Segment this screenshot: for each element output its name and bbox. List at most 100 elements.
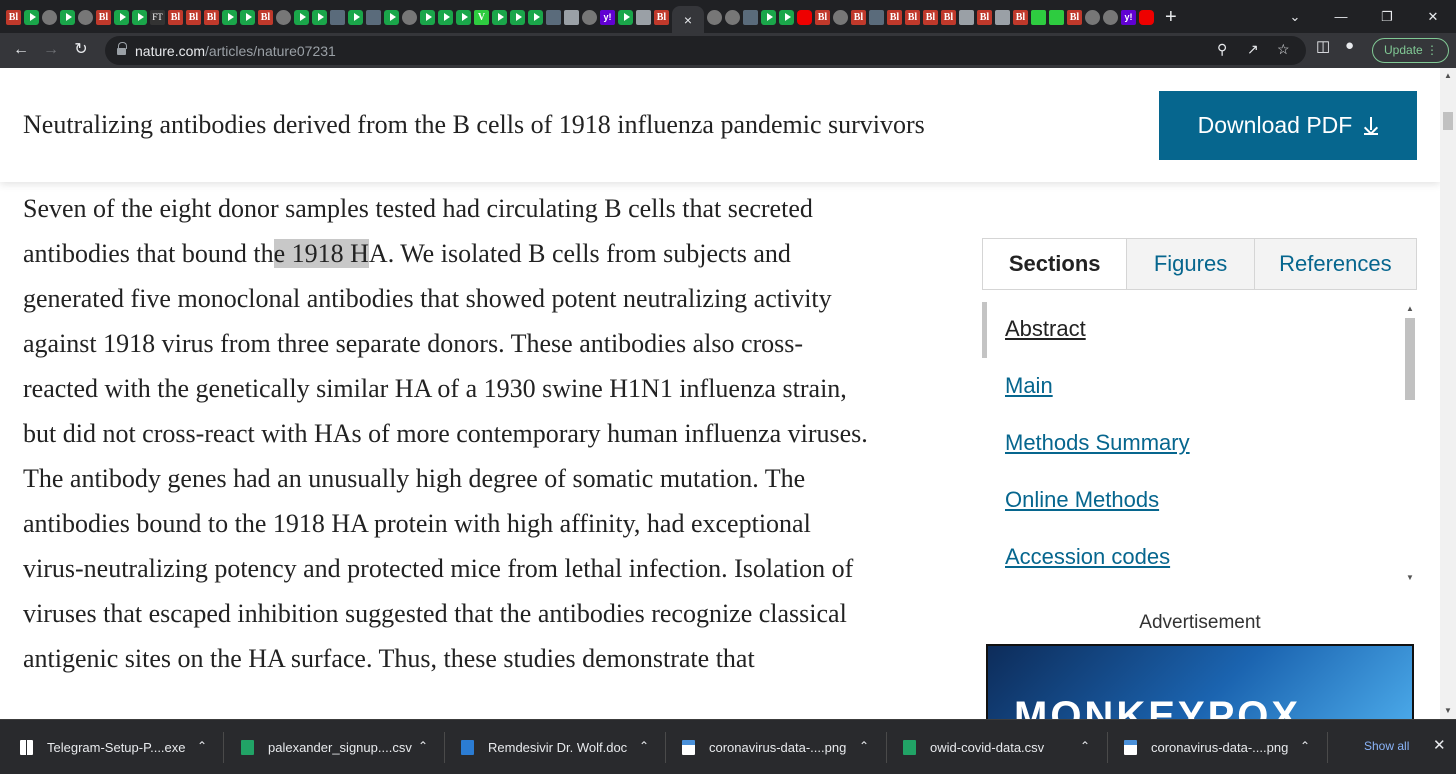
section-link-online-methods[interactable]: Online Methods: [1005, 487, 1159, 513]
tab-favicon-icon[interactable]: Bl: [977, 9, 992, 25]
tab-favicon-icon[interactable]: [114, 9, 129, 25]
tab-favicon-icon[interactable]: [761, 9, 776, 25]
tab-favicon-icon[interactable]: [60, 9, 75, 25]
lock-icon[interactable]: [117, 42, 127, 56]
chevron-up-icon[interactable]: ⌃: [1300, 739, 1310, 753]
zoom-icon[interactable]: ⚲: [1217, 41, 1227, 58]
tab-favicon-icon[interactable]: [1139, 9, 1154, 25]
tab-favicon-icon[interactable]: [743, 9, 758, 25]
tab-favicon-icon[interactable]: [636, 9, 651, 25]
tab-favicon-icon[interactable]: y!: [600, 9, 615, 25]
tab-favicon-icon[interactable]: [402, 9, 417, 25]
tab-favicon-icon[interactable]: [294, 9, 309, 25]
scroll-thumb[interactable]: [1405, 318, 1415, 400]
tab-favicon-icon[interactable]: [582, 9, 597, 25]
chevron-up-icon[interactable]: ⌃: [418, 739, 428, 753]
tab-favicon-icon[interactable]: Bl: [204, 9, 219, 25]
download-item[interactable]: Remdesivir Dr. Wolf.doc: [461, 720, 627, 775]
tab-favicon-icon[interactable]: [725, 9, 740, 25]
show-all-downloads-link[interactable]: Show all: [1364, 739, 1409, 753]
tab-favicon-icon[interactable]: [528, 9, 543, 25]
profile-icon[interactable]: ●: [1345, 37, 1354, 54]
page-scroll-thumb[interactable]: [1443, 112, 1453, 130]
chevron-up-icon[interactable]: ⌃: [197, 739, 207, 753]
close-download-bar-icon[interactable]: ✕: [1433, 736, 1446, 754]
tab-favicon-icon[interactable]: [995, 9, 1010, 25]
tab-favicon-icon[interactable]: [833, 9, 848, 25]
tab-favicon-icon[interactable]: [366, 9, 381, 25]
tab-favicon-icon[interactable]: [240, 9, 255, 25]
page-scroll-down-icon[interactable]: ▼: [1440, 703, 1456, 719]
side-panel-icon[interactable]: ◫: [1316, 37, 1330, 55]
tab-favicon-icon[interactable]: Bl: [923, 9, 938, 25]
tab-favicon-icon[interactable]: Bl: [815, 9, 830, 25]
tab-favicon-icon[interactable]: [348, 9, 363, 25]
tab-favicon-icon[interactable]: V: [474, 9, 489, 25]
chevron-up-icon[interactable]: ⌃: [639, 739, 649, 753]
tab-favicon-icon[interactable]: Bl: [1013, 9, 1028, 25]
tab-references[interactable]: References: [1253, 239, 1416, 289]
sections-scrollbar[interactable]: ▲ ▼: [1403, 302, 1417, 585]
tab-favicon-icon[interactable]: Bl: [168, 9, 183, 25]
new-tab-button[interactable]: +: [1165, 6, 1177, 29]
tab-favicon-icon[interactable]: Bl: [186, 9, 201, 25]
scroll-down-arrow-icon[interactable]: ▼: [1403, 571, 1417, 585]
section-link-abstract[interactable]: Abstract: [1005, 316, 1086, 342]
minimize-button[interactable]: —: [1318, 9, 1364, 24]
tab-favicon-icon[interactable]: [222, 9, 237, 25]
reload-button[interactable]: ↻: [68, 37, 94, 63]
tab-favicon-icon[interactable]: Bl: [96, 9, 111, 25]
tab-favicon-icon[interactable]: [1031, 9, 1046, 25]
scroll-up-arrow-icon[interactable]: ▲: [1403, 302, 1417, 316]
tab-figures[interactable]: Figures: [1126, 239, 1254, 289]
tab-favicon-icon[interactable]: [42, 9, 57, 25]
tab-favicon-icon[interactable]: Bl: [654, 9, 669, 25]
tab-favicon-icon[interactable]: Bl: [941, 9, 956, 25]
tab-favicon-icon[interactable]: [276, 9, 291, 25]
download-pdf-button[interactable]: Download PDF: [1159, 91, 1417, 160]
bookmark-star-icon[interactable]: ☆: [1277, 41, 1290, 58]
tab-favicon-icon[interactable]: y!: [1121, 9, 1136, 25]
download-item[interactable]: Telegram-Setup-P....exe: [20, 720, 186, 775]
tab-favicon-icon[interactable]: Bl: [1067, 9, 1082, 25]
chevron-up-icon[interactable]: ⌃: [859, 739, 869, 753]
tab-favicon-icon[interactable]: FT: [150, 9, 165, 25]
tab-favicon-icon[interactable]: [420, 9, 435, 25]
tab-favicon-icon[interactable]: [330, 9, 345, 25]
tab-favicon-icon[interactable]: [1103, 9, 1118, 25]
tab-favicon-icon[interactable]: [707, 9, 722, 25]
tab-favicon-icon[interactable]: [384, 9, 399, 25]
tab-favicon-icon[interactable]: [797, 9, 812, 25]
section-link-accession-codes[interactable]: Accession codes: [1005, 544, 1170, 570]
tab-favicon-icon[interactable]: Bl: [851, 9, 866, 25]
download-item[interactable]: palexander_signup....csv: [241, 720, 412, 775]
address-bar[interactable]: nature.com/articles/nature07231 ⚲ ↗ ☆: [105, 36, 1306, 65]
section-link-main[interactable]: Main: [1005, 373, 1053, 399]
tab-favicon-icon[interactable]: Bl: [905, 9, 920, 25]
tab-favicon-icon[interactable]: [1085, 9, 1100, 25]
tab-favicon-icon[interactable]: [24, 9, 39, 25]
tab-search-icon[interactable]: ⌄: [1272, 9, 1318, 25]
download-item[interactable]: owid-covid-data.csv: [903, 720, 1044, 775]
download-item[interactable]: coronavirus-data-....png: [1124, 720, 1288, 775]
tab-favicon-icon[interactable]: Bl: [6, 9, 21, 25]
page-scroll-up-icon[interactable]: ▲: [1440, 68, 1456, 84]
back-button[interactable]: ←: [8, 37, 34, 63]
advertisement-banner[interactable]: MONKEYPOX: [986, 644, 1414, 719]
tab-favicon-icon[interactable]: [618, 9, 633, 25]
restore-button[interactable]: ❐: [1364, 9, 1410, 25]
tab-favicon-icon[interactable]: [492, 9, 507, 25]
tab-favicon-icon[interactable]: [959, 9, 974, 25]
url-text[interactable]: nature.com/articles/nature07231: [135, 43, 336, 59]
section-link-methods-summary[interactable]: Methods Summary: [1005, 430, 1190, 456]
tab-favicon-icon[interactable]: [312, 9, 327, 25]
tab-sections[interactable]: Sections: [983, 239, 1127, 289]
tab-favicon-icon[interactable]: [456, 9, 471, 25]
tab-favicon-icon[interactable]: [510, 9, 525, 25]
tab-favicon-icon[interactable]: [869, 9, 884, 25]
share-icon[interactable]: ↗: [1247, 41, 1259, 58]
tab-favicon-icon[interactable]: [438, 9, 453, 25]
tab-favicon-icon[interactable]: [132, 9, 147, 25]
tab-favicon-icon[interactable]: [564, 9, 579, 25]
forward-button[interactable]: →: [38, 37, 64, 63]
